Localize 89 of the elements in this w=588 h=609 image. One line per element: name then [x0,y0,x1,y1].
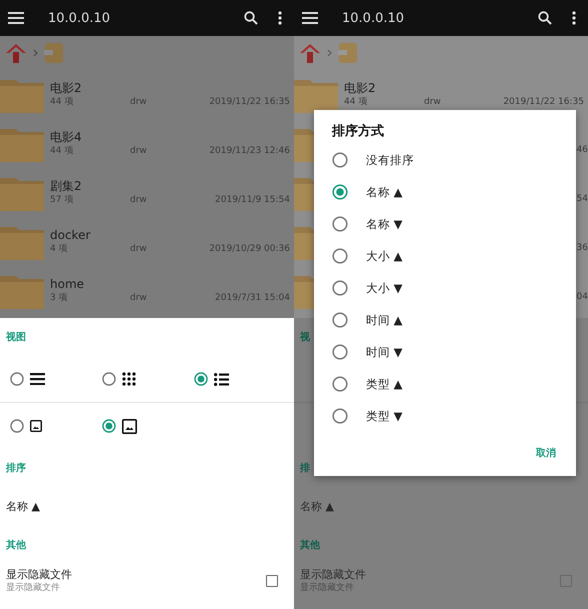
file-name: 电影4 [50,129,83,145]
modified-date: 2019/7/31 15:04 [215,292,290,305]
checkbox[interactable] [266,575,278,587]
search-icon[interactable] [244,11,258,25]
menu-icon[interactable] [302,12,318,24]
radio-button[interactable] [102,419,116,433]
modified-date: 2019/11/22 16:35 [503,96,584,109]
permissions: drw [424,96,441,109]
section-title: 排序 [6,461,26,475]
section-title: 排 [300,462,310,475]
sort-option[interactable]: 名称 ▲ [300,499,334,514]
search-icon[interactable] [538,11,552,25]
chevron-icon [327,49,332,57]
section-title: 其他 [6,538,26,552]
toolbar-title: 10.0.0.10 [48,10,110,26]
section-title: 其他 [300,538,320,552]
grid-icon [122,372,136,386]
item-count: 44 项 [344,96,368,109]
more-icon[interactable] [572,11,576,25]
permissions: drw [130,292,147,305]
file-row[interactable]: home 3 项 drw 2019/7/31 15:04 [0,266,294,315]
file-row[interactable]: 电影2 44 项 drw 2019/11/22 16:35 [0,70,294,119]
radio-button[interactable] [102,372,116,386]
file-row[interactable]: 电影4 44 项 drw 2019/11/23 12:46 [0,119,294,168]
sort-option[interactable]: 名称 ▲ [6,499,40,514]
radio-button[interactable] [332,280,348,296]
toolbar-title: 10.0.0.10 [342,10,404,26]
item-count: 4 项 [50,243,69,256]
sort-option[interactable]: 类型 ▲ [314,368,576,400]
file-name: home [50,276,86,292]
sort-option[interactable]: 名称 ▲ [314,176,576,208]
file-row[interactable]: 电影2 44 项 drw 2019/11/22 16:35 [294,70,588,119]
sort-option[interactable]: 大小 ▲ [314,240,576,272]
sort-option[interactable]: 名称 ▼ [314,208,576,240]
sort-option[interactable]: 时间 ▲ [314,304,576,336]
sort-option[interactable]: 类型 ▼ [314,400,576,432]
modified-date: 54 [576,192,588,204]
setting-label: 显示隐藏文件 [300,568,367,582]
setting-label: 显示隐藏文件 [6,568,73,582]
radio-button[interactable] [332,344,348,360]
lines-icon [30,373,45,385]
list-icon [214,372,229,386]
radio-button[interactable] [332,312,348,328]
home-icon[interactable] [299,42,321,64]
modified-date: 2019/10/29 00:36 [209,243,290,256]
item-count: 3 项 [50,292,69,305]
item-count: 57 项 [50,194,74,207]
image-icon [122,418,137,434]
section-title: 视图 [6,330,26,344]
item-count: 44 项 [50,96,74,109]
item-count: 44 项 [50,145,74,158]
radio-button[interactable] [332,248,348,264]
menu-icon[interactable] [8,12,24,24]
permissions: drw [130,243,147,256]
radio-button[interactable] [10,372,24,386]
radio-button[interactable] [10,419,24,433]
radio-button[interactable] [332,408,348,424]
permissions: drw [130,194,147,207]
file-name: 电影2 [344,80,377,96]
file-row[interactable]: 剧集2 57 项 drw 2019/11/9 15:54 [0,168,294,217]
modified-date: 2019/11/23 12:46 [209,145,290,158]
file-name: 电影2 [50,80,83,96]
radio-button[interactable] [332,376,348,392]
modified-date: 2019/11/22 16:35 [209,96,290,109]
radio-button[interactable] [332,184,348,200]
dialog-title: 排序方式 [330,122,385,140]
modified-date: 46 [576,144,588,154]
sort-option[interactable]: 时间 ▼ [314,336,576,368]
file-name: 剧集2 [50,178,83,194]
image-icon [30,420,42,432]
permissions: drw [130,145,147,158]
section-title: 视 [300,330,310,344]
modified-date: 04 [576,290,588,302]
modified-date: 2019/11/9 15:54 [215,194,290,207]
modified-date: 36 [576,242,588,252]
more-icon[interactable] [278,11,282,25]
home-icon[interactable] [5,42,27,64]
permissions: drw [130,96,147,109]
sort-option[interactable]: 没有排序 [314,144,576,176]
chevron-icon [33,49,38,57]
radio-button[interactable] [194,372,208,386]
setting-description: 显示隐藏文件 [6,582,61,594]
radio-button[interactable] [332,216,348,232]
radio-button[interactable] [332,152,348,168]
file-name: docker [50,227,92,243]
checkbox[interactable] [560,575,572,587]
file-row[interactable]: docker 4 项 drw 2019/10/29 00:36 [0,217,294,266]
cancel-button[interactable]: 取消 [532,442,560,464]
sort-option[interactable]: 大小 ▼ [314,272,576,304]
